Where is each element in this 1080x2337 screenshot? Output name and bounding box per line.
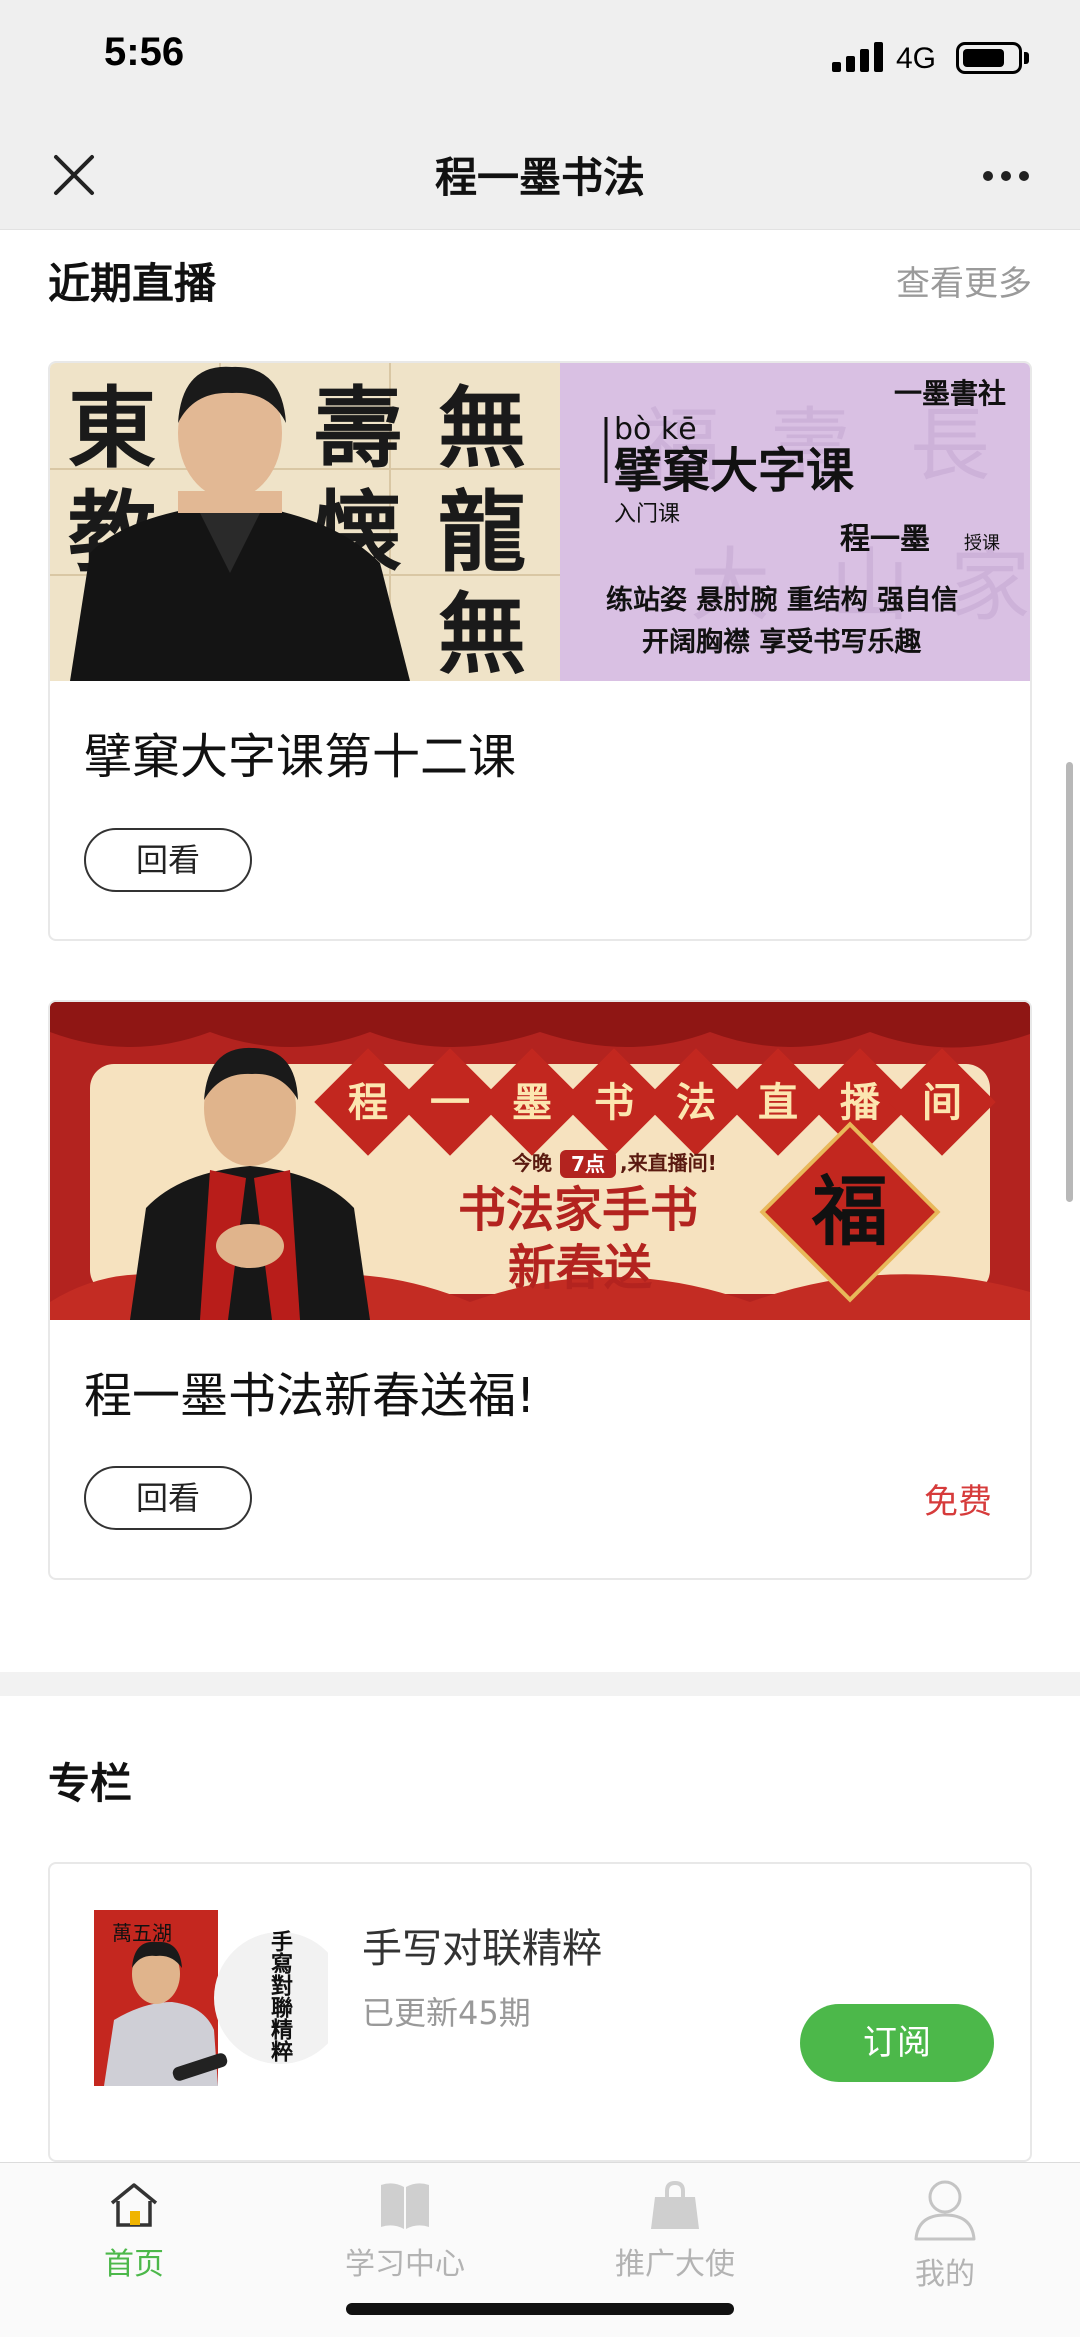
column-card[interactable]: 萬五湖 手寫對聯精粹 手写对联精粹 已更新45期 订阅: [48, 1862, 1032, 2162]
svg-text:長: 長: [910, 399, 990, 492]
course-name: 擘窠大字课: [614, 443, 855, 499]
thumb-title: 手寫對聯精粹: [267, 1930, 293, 2063]
status-bar: 5:56 4G: [0, 0, 1080, 120]
course-pinyin: bò kē: [614, 412, 697, 447]
tonight-suffix: ,来直播间!: [620, 1151, 717, 1175]
column-title: 手写对联精粹: [362, 1926, 602, 1972]
status-time: 5:56: [104, 30, 185, 74]
section-title-column: 专栏: [48, 1759, 133, 1808]
network-label: 4G: [896, 42, 937, 75]
column-update-count: 已更新45期: [362, 1994, 531, 2032]
course-banner-image: 東 壽 無 教 懐 龍 無 福壽長 大山家 一墨書社 bò kē 擘窠大字课 入…: [50, 363, 1030, 681]
tab-label: 学习中心: [345, 2247, 465, 2282]
price-label: 免费: [924, 1482, 992, 1522]
medallion-char: 书: [594, 1079, 634, 1126]
battery-icon: [956, 42, 1022, 74]
person-icon: [914, 2180, 976, 2241]
calligraphy-char: 無: [438, 582, 526, 681]
medallion-char: 间: [922, 1079, 962, 1126]
home-indicator: [346, 2303, 734, 2315]
thumb-couplet: 萬五湖: [112, 1921, 172, 1945]
banner-slogan: 开阔胸襟 享受书写乐趣: [642, 626, 921, 658]
tab-label: 首页: [104, 2247, 164, 2282]
column-thumbnail: 萬五湖 手寫對聯精粹: [94, 1910, 328, 2086]
calligraphy-char: 無: [438, 376, 526, 480]
tab-me[interactable]: 我的: [845, 2177, 1045, 2292]
book-icon: [381, 2183, 429, 2229]
tonight-prefix: 今晚: [512, 1151, 552, 1175]
column-section-header: 专栏: [48, 1750, 1032, 1810]
subscribe-button[interactable]: 订阅: [800, 2004, 994, 2082]
tab-learning-center[interactable]: 学习中心: [305, 2177, 505, 2287]
publisher-label: 一墨書社: [894, 377, 1006, 410]
nav-bar: 程一墨书法: [0, 120, 1080, 230]
replay-button[interactable]: 回看: [84, 1466, 252, 1530]
tab-label: 推广大使: [615, 2247, 735, 2282]
replay-button[interactable]: 回看: [84, 828, 252, 892]
scrollbar[interactable]: [1066, 762, 1073, 1202]
section-title-live: 近期直播: [48, 259, 217, 308]
course-level: 入门课: [614, 502, 680, 527]
teacher-name: 程一墨: [840, 522, 930, 557]
medallion-char: 法: [676, 1079, 716, 1126]
medallion-char: 一: [430, 1079, 470, 1126]
banner-headline: 书法家手书: [458, 1182, 698, 1238]
live-section-header: 近期直播 查看更多: [48, 250, 1032, 310]
calligraphy-char: 東: [68, 376, 156, 480]
banner-slogan: 练站姿 悬肘腕 重结构 强自信: [606, 584, 958, 616]
signal-icon: [832, 42, 883, 72]
medallion-char: 墨: [512, 1079, 552, 1126]
section-divider: [0, 1672, 1080, 1696]
live-card-title: 擘窠大字课第十二课: [84, 729, 517, 785]
view-more-link[interactable]: 查看更多: [896, 256, 1032, 305]
page-title: 程一墨书法: [434, 153, 645, 202]
teacher-suffix: 授课: [964, 533, 1000, 554]
live-card[interactable]: 程 一 墨 书 法 直 播 间 今晚 7点 ,来直播间! 书法家手书 新春送 福…: [48, 1000, 1032, 1580]
fu-char: 福: [811, 1167, 888, 1256]
shopping-bag-icon: [651, 2180, 699, 2229]
medallion-char: 程: [348, 1079, 388, 1126]
medallion-char: 播: [840, 1079, 881, 1126]
live-card[interactable]: 東 壽 無 教 懐 龍 無 福壽長 大山家 一墨書社 bò kē 擘窠大字课 入…: [48, 361, 1032, 941]
tonight-time: 7点: [571, 1152, 605, 1176]
medallion-char: 直: [758, 1079, 798, 1126]
more-options-icon[interactable]: [976, 146, 1036, 206]
live-card-title: 程一墨书法新春送福!: [84, 1368, 536, 1424]
live-banner-image: 程 一 墨 书 法 直 播 间 今晚 7点 ,来直播间! 书法家手书 新春送 福: [50, 1002, 1030, 1320]
battery-fill: [963, 49, 1004, 67]
tab-promoter[interactable]: 推广大使: [575, 2177, 775, 2287]
calligraphy-char: 龍: [438, 480, 526, 584]
calligraphy-char: 壽: [314, 376, 402, 480]
tab-home[interactable]: 首页: [34, 2177, 234, 2287]
home-icon: [110, 2183, 158, 2227]
tab-label: 我的: [915, 2257, 975, 2292]
banner-headline: 新春送: [508, 1240, 652, 1296]
battery-tip: [1024, 52, 1029, 64]
